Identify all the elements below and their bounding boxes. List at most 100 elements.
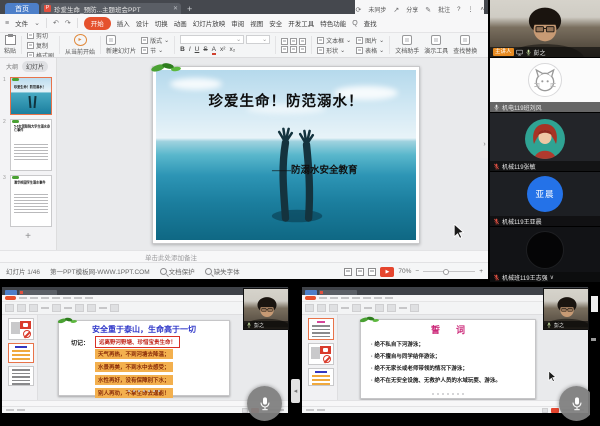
outline-tab[interactable]: 大纲: [6, 62, 18, 71]
slide-thumbnail-2[interactable]: 5·6女团职院大学生溺水身亡事件: [10, 119, 52, 171]
slide-number: 1: [3, 77, 6, 83]
align-center-icon[interactable]: [290, 45, 298, 53]
menu-item-devtools[interactable]: 开发工具: [288, 18, 314, 28]
layout-button[interactable]: 版式 ⌄: [141, 36, 169, 45]
tab-document[interactable]: P 珍爱生命_预防...主题班会PPT ✕: [41, 3, 181, 14]
chevron-down-icon[interactable]: ∨: [550, 274, 554, 281]
bold-button[interactable]: B: [180, 46, 185, 53]
play-from-current-button[interactable]: ▸ 从当前开始: [65, 34, 95, 56]
zoom-slider[interactable]: [423, 268, 476, 275]
participant-video-5[interactable]: 机械班119王志强 ∨: [490, 227, 600, 282]
undo-icon[interactable]: ↶: [53, 19, 59, 27]
presenter-name: 彭之: [254, 322, 265, 329]
redo-icon[interactable]: ↷: [65, 19, 71, 27]
font-color-button[interactable]: A: [211, 46, 217, 55]
copy-button[interactable]: 复制: [27, 41, 54, 50]
comment-button[interactable]: 批注: [438, 5, 450, 14]
find-button[interactable]: 查找: [364, 18, 377, 28]
menu-item-slideshow[interactable]: 幻灯片放映: [193, 18, 226, 28]
normal-view-icon[interactable]: [344, 267, 353, 276]
shared-screen-panel-right[interactable]: 誓词 · 绝不私自下河游泳； · 绝不擅自与同学结伴游泳； · 绝不无家长或老师…: [300, 285, 590, 426]
status-bar: 幻灯片 1/46 第一PPT模板网-WWW.1PPT.COM 文档保护 缺失字体…: [0, 262, 488, 279]
mini-thumb-current-slide[interactable]: [8, 343, 34, 363]
add-slide-button[interactable]: +: [0, 231, 56, 242]
find-replace-button[interactable]: 查找替换: [453, 35, 477, 55]
paste-button[interactable]: 粘贴: [4, 34, 16, 55]
menu-item-view[interactable]: 视图: [250, 18, 263, 28]
menu-item-transition[interactable]: 切换: [155, 18, 168, 28]
participant-video-2[interactable]: 机电119班刘风: [490, 58, 600, 112]
presenter-camera-overlay[interactable]: 彭之: [243, 288, 289, 330]
mic-button[interactable]: [559, 386, 590, 421]
participant-video-4[interactable]: 亚晨 机械119王亚晨: [490, 172, 600, 226]
section-button[interactable]: 节 ⌄: [141, 46, 169, 55]
remember-label: 切记：: [71, 341, 90, 347]
mini-thumb-sign-slide[interactable]: [8, 318, 34, 340]
shape-button[interactable]: 形状 ⌄: [317, 46, 351, 55]
help-button[interactable]: ?: [457, 7, 460, 13]
menu-item-home[interactable]: 开始: [83, 16, 111, 30]
format-painter-button[interactable]: 格式刷: [27, 51, 54, 57]
share-button[interactable]: 分享: [406, 5, 418, 14]
slides-tab[interactable]: 幻灯片: [22, 61, 49, 72]
menu-item-insert[interactable]: 插入: [117, 18, 130, 28]
reading-view-icon[interactable]: [368, 267, 377, 276]
subscript-button[interactable]: x₂: [229, 46, 235, 53]
shared-screen-panel-left[interactable]: 安全重于泰山，生命高于一切 切记： 远离野河野塘、珍惜宝贵生命！ 天气再热，不到…: [0, 285, 290, 426]
tab-home[interactable]: 首页: [5, 3, 39, 14]
current-slide[interactable]: 珍爱生命！防范溺水！ ——防溺水安全教育: [150, 62, 420, 244]
font-family-select[interactable]: ⌄: [180, 35, 245, 44]
bullet-list-icon[interactable]: [281, 37, 289, 45]
present-tools-button[interactable]: 演示工具: [424, 35, 448, 55]
zoom-in-button[interactable]: +: [479, 268, 483, 275]
missing-fonts-status[interactable]: 缺失字体: [204, 266, 240, 276]
mic-button[interactable]: [247, 386, 282, 421]
line-spacing-icon[interactable]: [299, 45, 307, 53]
doc-assistant-button[interactable]: 文档助手: [395, 35, 419, 55]
menu-item-features[interactable]: 特色功能: [320, 18, 346, 28]
more-button[interactable]: ⋮: [467, 6, 473, 13]
textbox-button[interactable]: 文本框 ⌄: [317, 36, 351, 45]
mini-thumb-text-slide[interactable]: [8, 366, 34, 386]
slide-sorter-view-icon[interactable]: [356, 267, 365, 276]
font-size-select[interactable]: ⌄: [246, 35, 271, 44]
mini-thumb-sign-slide[interactable]: [308, 343, 334, 365]
mini-thumb-safety-slide[interactable]: [308, 368, 334, 386]
participant-list: 主讲人 彭之 机电119班刘风 机械119张敏 亚晨 机械119王亚晨 机械班1…: [488, 0, 600, 283]
menu-item-animation[interactable]: 动画: [174, 18, 187, 28]
present-tools-icon: [431, 35, 442, 45]
slide-thumbnail-1[interactable]: 珍爱生命！防范溺水！: [10, 77, 52, 115]
slide-thumbnail-3[interactable]: 清华校园学生溺水事件: [10, 175, 52, 227]
menu-item-design[interactable]: 设计: [136, 18, 149, 28]
participant-video-presenter[interactable]: 主讲人 彭之: [490, 0, 600, 57]
align-left-icon[interactable]: [281, 45, 289, 53]
panel-collapse-handle[interactable]: ◂: [291, 379, 300, 403]
new-tab-button[interactable]: +: [187, 4, 192, 14]
picture-button[interactable]: 图片 ⌄: [356, 36, 384, 45]
layout-icon: [141, 36, 149, 44]
zoom-slider-knob[interactable]: [443, 268, 450, 275]
close-tab-icon[interactable]: ✕: [173, 5, 178, 12]
new-slide-button[interactable]: 新建幻灯片: [106, 35, 136, 55]
doc-protect-status[interactable]: 文档保护: [159, 266, 195, 276]
strikethrough-button[interactable]: S: [203, 46, 207, 53]
slideshow-play-button[interactable]: ▶: [380, 266, 395, 277]
menu-item-security[interactable]: 安全: [269, 18, 282, 28]
zoom-out-button[interactable]: −: [415, 268, 419, 275]
collapse-ribbon-button[interactable]: ˄: [480, 7, 484, 13]
superscript-button[interactable]: x²: [220, 46, 225, 53]
mini-thumb-current-slide[interactable]: [308, 318, 334, 340]
sync-status[interactable]: 未同步: [368, 5, 386, 14]
slide-canvas[interactable]: 珍爱生命！防范溺水！ ——防溺水安全教育: [57, 58, 488, 250]
file-menu[interactable]: 文件: [15, 18, 28, 28]
cut-button[interactable]: 剪切: [27, 33, 54, 40]
menu-item-review[interactable]: 审阅: [231, 18, 244, 28]
participant-video-3[interactable]: 机械119张敏: [490, 113, 600, 171]
italic-button[interactable]: I: [189, 46, 191, 53]
indent-icon[interactable]: [299, 37, 307, 45]
numbered-list-icon[interactable]: [290, 37, 298, 45]
notes-bar[interactable]: 单击此处添加备注: [0, 250, 488, 262]
underline-button[interactable]: U: [195, 46, 200, 53]
presenter-camera-overlay[interactable]: 彭之: [543, 288, 589, 330]
table-button[interactable]: 表格 ⌄: [356, 46, 384, 55]
